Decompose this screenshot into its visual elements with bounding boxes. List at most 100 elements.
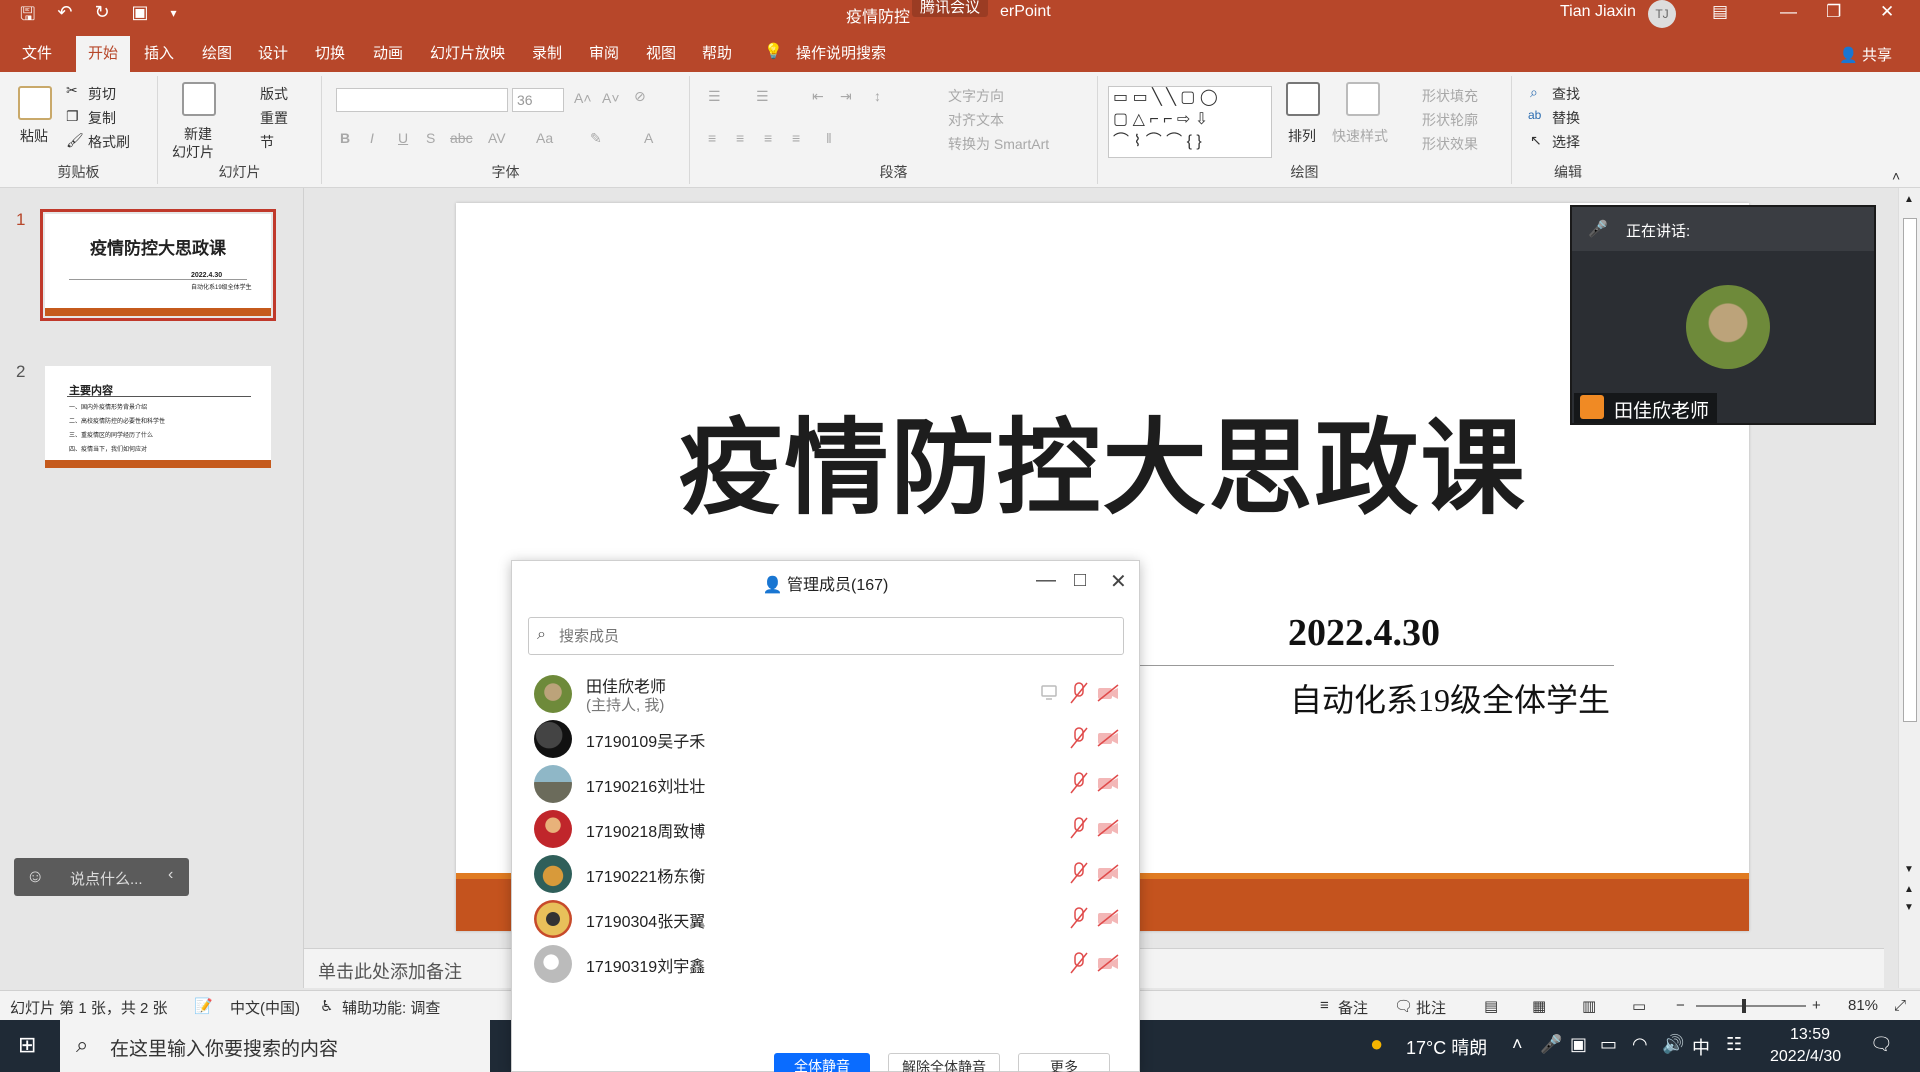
mic-muted-icon[interactable] bbox=[1068, 816, 1090, 840]
more-button[interactable]: 更多 bbox=[1018, 1053, 1110, 1072]
scroll-up-icon[interactable]: ▲ bbox=[1904, 194, 1914, 205]
weather-text[interactable]: 17°C 晴朗 bbox=[1406, 1034, 1487, 1060]
sorter-view-icon[interactable]: ▦ bbox=[1532, 997, 1546, 1015]
camera-off-icon[interactable] bbox=[1096, 863, 1120, 883]
meeting-tray-icon[interactable]: ▣ bbox=[1570, 1034, 1587, 1055]
restore-icon[interactable]: ❐ bbox=[1826, 2, 1841, 22]
copy-button[interactable]: 复制 bbox=[88, 108, 116, 128]
speaking-panel[interactable]: 🎤 正在讲话: 田佳欣老师 bbox=[1570, 205, 1876, 425]
bullets-icon[interactable]: ☰ bbox=[708, 88, 721, 105]
ribbon-display-icon[interactable]: ▤ bbox=[1712, 2, 1728, 22]
camera-off-icon[interactable] bbox=[1096, 908, 1120, 928]
microphone-icon[interactable]: 🎤 bbox=[1540, 1034, 1562, 1055]
unmute-all-button[interactable]: 解除全体静音 bbox=[888, 1053, 1000, 1072]
font-name-combo[interactable] bbox=[336, 88, 508, 112]
tab-design[interactable]: 设计 bbox=[258, 42, 288, 63]
member-search-box[interactable]: ⌕ bbox=[528, 617, 1124, 655]
collapse-ribbon-icon[interactable]: ˄ bbox=[1892, 168, 1900, 184]
font-color-icon[interactable]: A bbox=[644, 130, 653, 146]
arrange-icon[interactable] bbox=[1286, 82, 1320, 116]
tab-slideshow[interactable]: 幻灯片放映 bbox=[430, 42, 505, 63]
slide-thumbnail-1[interactable]: 疫情防控大思政课 2022.4.30 自动化系19级全体学生 bbox=[40, 209, 276, 321]
select-button[interactable]: 选择 bbox=[1552, 132, 1580, 152]
fit-slide-icon[interactable]: ⤢ bbox=[1894, 997, 1906, 1014]
align-text-button[interactable]: 对齐文本 bbox=[948, 110, 1004, 130]
replace-button[interactable]: 替换 bbox=[1552, 108, 1580, 128]
tray-expand-icon[interactable]: ˄ bbox=[1512, 1034, 1523, 1055]
minimize-icon[interactable]: — bbox=[1780, 2, 1797, 22]
reading-view-icon[interactable]: ▥ bbox=[1582, 997, 1596, 1015]
arrange-button[interactable]: 排列 bbox=[1288, 126, 1316, 146]
accessibility-status[interactable]: 辅助功能: 调查 bbox=[342, 997, 440, 1018]
tab-draw[interactable]: 绘图 bbox=[202, 42, 232, 63]
new-slide-icon[interactable] bbox=[182, 82, 216, 116]
tab-review[interactable]: 审阅 bbox=[589, 42, 619, 63]
share-button[interactable]: 👤 共享 bbox=[1839, 44, 1892, 65]
text-direction-button[interactable]: 文字方向 bbox=[948, 86, 1004, 106]
ime-mode-icon[interactable]: ☷ bbox=[1726, 1034, 1742, 1055]
camera-off-icon[interactable] bbox=[1096, 683, 1120, 703]
slide-thumbnail-2[interactable]: 主要内容 一、国内外疫情形势背景介绍 二、高校疫情防控的必要性和科学性 三、重疫… bbox=[45, 366, 271, 468]
normal-view-icon[interactable]: ▤ bbox=[1484, 997, 1498, 1015]
language-indicator[interactable]: 中文(中国) bbox=[230, 997, 300, 1018]
tab-view[interactable]: 视图 bbox=[646, 42, 676, 63]
shape-fill-button[interactable]: 形状填充 bbox=[1422, 86, 1478, 106]
convert-smartart-button[interactable]: 转换为 SmartArt bbox=[948, 134, 1049, 154]
close-icon[interactable]: ✕ bbox=[1110, 569, 1127, 594]
layout-button[interactable]: 版式 bbox=[260, 84, 288, 104]
clock-time[interactable]: 13:59 bbox=[1790, 1026, 1830, 1044]
new-slide-label-2[interactable]: 幻灯片 bbox=[172, 142, 214, 162]
next-slide-icon[interactable]: ▼ bbox=[1904, 902, 1914, 913]
shape-effects-button[interactable]: 形状效果 bbox=[1422, 134, 1478, 154]
section-button[interactable]: 节 bbox=[260, 132, 274, 152]
strikethrough-icon[interactable]: abc bbox=[450, 130, 473, 146]
italic-icon[interactable]: I bbox=[370, 130, 374, 146]
mute-all-button[interactable]: 全体静音 bbox=[774, 1053, 870, 1072]
shape-outline-button[interactable]: 形状轮廓 bbox=[1422, 110, 1478, 130]
spelling-icon[interactable]: 📝 bbox=[194, 997, 213, 1015]
mic-muted-icon[interactable] bbox=[1068, 861, 1090, 885]
change-case-icon[interactable]: Aa bbox=[536, 130, 553, 146]
emoji-icon[interactable]: ☺ bbox=[26, 866, 44, 887]
prev-slide-icon[interactable]: ▲ bbox=[1904, 884, 1914, 895]
zoom-in-icon[interactable]: + bbox=[1812, 997, 1821, 1014]
comments-toggle[interactable]: 批注 bbox=[1416, 997, 1446, 1018]
align-right-icon[interactable]: ≡ bbox=[764, 130, 772, 146]
tab-home[interactable]: 开始 bbox=[76, 36, 131, 72]
shrink-font-icon[interactable]: A˅ bbox=[602, 90, 620, 106]
increase-indent-icon[interactable]: ⇥ bbox=[840, 88, 852, 105]
camera-off-icon[interactable] bbox=[1096, 818, 1120, 838]
meeting-indicator[interactable]: 腾讯会议 bbox=[912, 0, 989, 17]
decrease-indent-icon[interactable]: ⇤ bbox=[812, 88, 824, 105]
members-dialog[interactable]: 👤 管理成员(167) — □ ✕ ⌕ 田佳欣老师 (主持人, 我) 17190… bbox=[511, 560, 1140, 1072]
grow-font-icon[interactable]: A˄ bbox=[574, 90, 592, 106]
screen-share-icon[interactable] bbox=[1040, 683, 1058, 701]
highlight-icon[interactable]: ✎ bbox=[590, 130, 602, 147]
camera-off-icon[interactable] bbox=[1096, 773, 1120, 793]
zoom-slider-thumb[interactable] bbox=[1742, 999, 1746, 1013]
windows-start-icon[interactable]: ⊞ bbox=[18, 1032, 36, 1058]
battery-icon[interactable]: ▭ bbox=[1600, 1034, 1617, 1055]
ime-indicator[interactable]: 中 bbox=[1692, 1034, 1710, 1060]
scroll-down-icon[interactable]: ▼ bbox=[1904, 864, 1914, 875]
tab-transitions[interactable]: 切换 bbox=[315, 42, 345, 63]
tell-me-search[interactable]: 操作说明搜索 bbox=[796, 42, 886, 63]
new-slide-label[interactable]: 新建 bbox=[184, 124, 212, 144]
columns-icon[interactable]: ‖ bbox=[826, 130, 832, 146]
tab-file[interactable]: 文件 bbox=[22, 42, 52, 63]
volume-icon[interactable]: 🔊 bbox=[1662, 1034, 1684, 1055]
member-search-input[interactable] bbox=[559, 624, 1099, 648]
char-spacing-icon[interactable]: AV bbox=[488, 130, 506, 146]
numbering-icon[interactable]: ☰ bbox=[756, 88, 769, 105]
zoom-slider[interactable] bbox=[1696, 999, 1806, 1013]
justify-icon[interactable]: ≡ bbox=[792, 130, 800, 146]
notes-toggle[interactable]: 备注 bbox=[1338, 997, 1368, 1018]
tab-help[interactable]: 帮助 bbox=[702, 42, 732, 63]
camera-off-icon[interactable] bbox=[1096, 953, 1120, 973]
user-name[interactable]: Tian Jiaxin bbox=[1560, 3, 1636, 21]
camera-off-icon[interactable] bbox=[1096, 728, 1120, 748]
mic-muted-icon[interactable] bbox=[1068, 681, 1090, 705]
minimize-icon[interactable]: — bbox=[1036, 569, 1056, 592]
collapse-chat-icon[interactable]: ‹ bbox=[168, 866, 173, 884]
taskbar-search[interactable]: ⌕ 在这里输入你要搜索的内容 bbox=[60, 1020, 490, 1072]
